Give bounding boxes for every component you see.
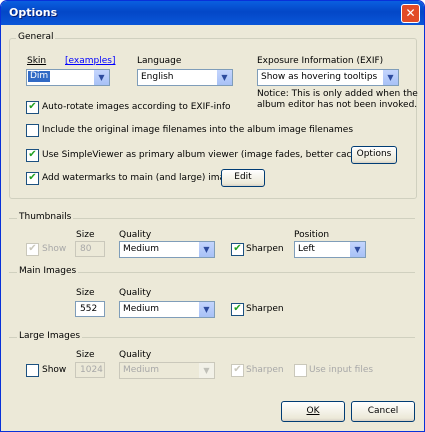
general-group-label: General [16,32,56,42]
thumbnails-sharpen-checkbox[interactable]: ✔ [231,243,244,256]
thumbnails-position-label: Position [294,230,330,240]
simpleviewer-checkbox[interactable]: ✔ [26,149,39,162]
chevron-down-icon: ▼ [350,242,365,257]
include-filenames-label: Include the original image filenames int… [42,125,354,135]
exif-select[interactable]: Show as hovering tooltips ▼ [257,69,399,86]
large-images-section-label: Large Images [17,331,83,341]
main-size-label: Size [76,288,95,298]
exif-value: Show as hovering tooltips [261,72,378,82]
large-use-input-files-checkbox[interactable] [294,364,307,377]
thumbnails-show-label: Show [42,244,67,254]
ok-button-label: OK [306,406,320,416]
thumbnails-size-label: Size [76,230,95,240]
chevron-down-icon: ▼ [383,70,398,85]
skin-value: Dim [28,71,51,82]
thumbnails-quality-value: Medium [123,244,159,254]
options-button-label: Options [356,149,392,159]
thumbnails-sharpen-label: Sharpen [246,244,284,254]
large-size-label: Size [76,350,95,360]
watermarks-checkbox[interactable]: ✔ [26,172,39,185]
thumbnails-size-value: 80 [80,244,92,254]
autorotate-label: Auto-rotate images according to EXIF-inf… [42,102,231,112]
thumbnails-quality-select[interactable]: Medium ▼ [119,241,215,258]
large-size-value: 1024 [80,365,103,375]
ok-button[interactable]: OK [281,401,345,422]
window-title: Options [9,6,58,19]
skin-select[interactable]: Dim ▼ [26,69,110,86]
main-quality-label: Quality [119,288,152,298]
skin-examples-link[interactable]: [examples] [65,56,115,66]
large-sharpen-checkbox[interactable]: ✔ [231,364,244,377]
main-size-value: 552 [80,304,98,314]
large-show-checkbox[interactable] [26,364,39,377]
thumbnails-position-select[interactable]: Left ▼ [294,241,366,258]
exif-label: Exposure Information (EXIF) [257,56,384,66]
watermarks-edit-button[interactable]: Edit [221,169,265,187]
main-quality-select[interactable]: Medium ▼ [119,301,215,318]
thumbnails-section-label: Thumbnails [17,212,74,222]
title-bar[interactable]: Options ✕ [1,1,424,25]
language-value: English [141,72,174,82]
close-button[interactable]: ✕ [401,4,420,23]
cancel-button-label: Cancel [367,406,399,416]
language-label: Language [137,56,182,66]
cancel-button[interactable]: Cancel [351,401,415,422]
include-filenames-checkbox[interactable] [26,124,39,137]
exif-notice-line2: album editor has not been invoked. [257,100,418,110]
large-quality-select[interactable]: Medium ▼ [119,362,215,379]
large-quality-value: Medium [123,365,159,375]
chevron-down-icon: ▼ [199,302,214,317]
main-images-section-label: Main Images [17,266,79,276]
thumbnails-size-input[interactable]: 80 [75,241,105,257]
thumbnails-show-checkbox[interactable]: ✔ [26,243,39,256]
options-dialog: Options ✕ General Skin [examples] Dim ▼ … [0,0,425,432]
chevron-down-icon: ▼ [199,242,214,257]
thumbnails-quality-label: Quality [119,230,152,240]
simpleviewer-label: Use SimpleViewer as primary album viewer… [42,150,395,160]
main-size-input[interactable]: 552 [75,301,105,317]
edit-button-label: Edit [234,172,252,182]
skin-label: Skin [27,56,47,66]
large-quality-label: Quality [119,350,152,360]
main-sharpen-checkbox[interactable]: ✔ [231,303,244,316]
main-quality-value: Medium [123,304,159,314]
chevron-down-icon: ▼ [94,70,109,85]
large-use-input-files-label: Use input files [309,365,374,375]
large-sharpen-label: Sharpen [246,365,284,375]
large-show-label: Show [42,365,67,375]
large-size-input[interactable]: 1024 [75,362,105,378]
chevron-down-icon: ▼ [217,70,232,85]
watermarks-label: Add watermarks to main (and large) image… [42,173,241,183]
simpleviewer-options-button[interactable]: Options [351,146,397,164]
exif-notice-line1: Notice: This is only added when the [257,89,418,99]
autorotate-checkbox[interactable]: ✔ [26,101,39,114]
main-sharpen-label: Sharpen [246,304,284,314]
thumbnails-position-value: Left [298,244,315,254]
language-select[interactable]: English ▼ [137,69,233,86]
chevron-down-icon: ▼ [199,363,214,378]
close-icon: ✕ [405,6,416,20]
